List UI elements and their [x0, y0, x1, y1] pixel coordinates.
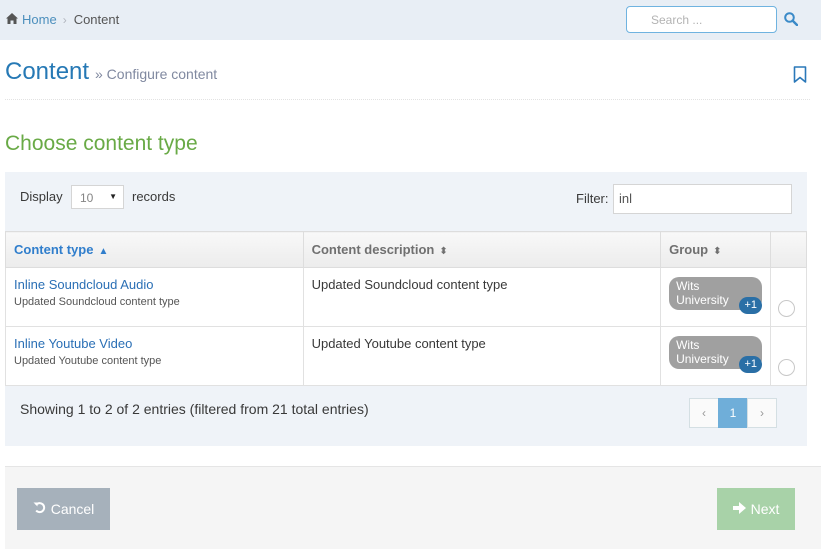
breadcrumb-current: Content: [73, 12, 120, 27]
breadcrumb: Home › Content: [6, 12, 119, 27]
group-cell: Wits University +1: [660, 326, 772, 386]
sort-icon: ⬍: [439, 246, 448, 257]
select-radio[interactable]: [778, 359, 796, 376]
cancel-button-label: Cancel: [50, 501, 95, 517]
section-title: Choose content type: [5, 132, 198, 155]
search-box: [626, 6, 777, 33]
pagination-prev-button[interactable]: ‹: [689, 398, 719, 428]
column-label-content-description: Content description: [311, 242, 435, 257]
column-header-select: [770, 231, 807, 268]
pagination-page-1[interactable]: 1: [718, 398, 748, 428]
content-description-cell: Updated Soundcloud content type: [302, 267, 662, 327]
cancel-button[interactable]: Cancel: [17, 488, 110, 530]
next-button[interactable]: Next: [717, 488, 795, 530]
filter-label: Filter:: [576, 191, 609, 206]
breadcrumb-home-link[interactable]: Home: [22, 12, 57, 27]
records-per-page-value: 10: [80, 191, 94, 205]
content-type-link[interactable]: Inline Youtube Video: [14, 336, 295, 351]
search-input[interactable]: [627, 7, 776, 32]
content-description-cell: Updated Youtube content type: [302, 326, 662, 386]
records-label: records: [132, 189, 176, 204]
next-button-label: Next: [750, 501, 780, 517]
chevron-down-icon: ▼: [109, 192, 117, 201]
column-header-group[interactable]: Group ⬍: [660, 231, 772, 268]
display-label: Display: [20, 189, 63, 204]
pagination-next-button[interactable]: ›: [747, 398, 777, 428]
page-header: Content » Configure content: [5, 58, 810, 100]
table-row[interactable]: Inline Soundcloud Audio Updated Soundclo…: [5, 267, 807, 327]
arrow-right-icon: [732, 501, 746, 517]
form-actions: Cancel Next: [5, 466, 821, 549]
search-icon[interactable]: [784, 12, 799, 29]
content-type-table-panel: Display 10 ▼ records Filter: inl Content…: [5, 172, 807, 446]
table-row[interactable]: Inline Youtube Video Updated Youtube con…: [5, 326, 807, 386]
group-extra-badge[interactable]: +1: [739, 297, 763, 314]
page-title: Content: [5, 58, 90, 85]
column-label-group: Group: [669, 242, 709, 257]
home-icon: [6, 12, 18, 27]
undo-icon: [33, 501, 46, 517]
column-header-content-type[interactable]: Content type ▲: [5, 231, 304, 268]
sort-icon: ⬍: [713, 246, 722, 257]
pagination: ‹ 1 ›: [689, 398, 777, 428]
page-subtitle: » Configure content: [95, 66, 218, 82]
select-radio[interactable]: [778, 300, 796, 317]
breadcrumb-separator: ›: [62, 12, 67, 27]
table-header-row: Content type ▲ Content description ⬍ Group…: [5, 231, 807, 268]
content-type-subtext: Updated Youtube content type: [14, 355, 162, 367]
content-type-subtext: Updated Soundcloud content type: [14, 296, 180, 308]
filter-input[interactable]: inl: [613, 184, 792, 214]
records-per-page-select[interactable]: 10 ▼: [71, 185, 124, 209]
group-cell: Wits University +1: [660, 267, 772, 327]
column-label-content-type: Content type: [14, 242, 94, 257]
content-type-table: Content type ▲ Content description ⬍ Group…: [5, 231, 807, 386]
bookmark-icon[interactable]: [793, 66, 807, 86]
table-info-text: Showing 1 to 2 of 2 entries (filtered fr…: [20, 401, 369, 417]
content-type-link[interactable]: Inline Soundcloud Audio: [14, 277, 295, 292]
top-bar: Home › Content: [0, 0, 821, 40]
group-extra-badge[interactable]: +1: [739, 356, 763, 373]
select-cell: [770, 267, 807, 327]
select-cell: [770, 326, 807, 386]
column-header-content-description[interactable]: Content description ⬍: [302, 231, 662, 268]
sort-asc-icon: ▲: [98, 246, 109, 257]
